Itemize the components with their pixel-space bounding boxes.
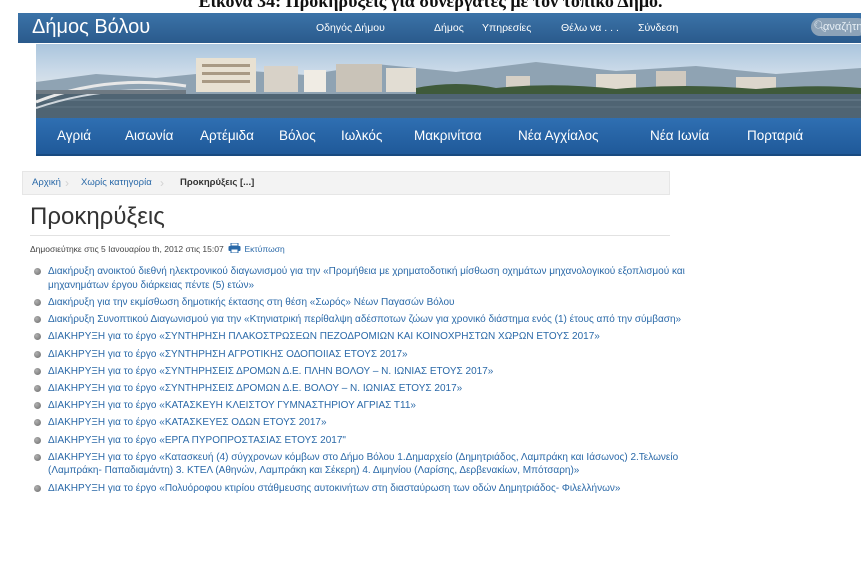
search-icon: 🔍︎ <box>813 21 827 33</box>
title-divider <box>30 235 670 236</box>
print-link[interactable]: Εκτύπωση <box>244 244 284 254</box>
announcement-link[interactable]: ΔΙΑΚΗΡΥΞΗ για το έργο «ΚΑΤΑΣΚΕΥΗ ΚΛΕΙΣΤΟ… <box>48 400 416 411</box>
announcements-list: Διακήρυξη ανοικτού διεθνή ηλεκτρονικού δ… <box>34 265 694 499</box>
announcement-link[interactable]: Διακήρυξη για την εκμίσθωση δημοτικής έκ… <box>48 297 454 308</box>
list-item: ΔΙΑΚΗΡΥΞΗ για το έργο «ΚΑΤΑΣΚΕΥΗ ΚΛΕΙΣΤΟ… <box>34 399 694 413</box>
breadcrumb-separator-icon: › <box>65 176 69 190</box>
bullet-icon <box>34 350 41 358</box>
list-item: ΔΙΑΚΗΡΥΞΗ για το έργο «ΣΥΝΤΗΡΗΣΗ ΑΓΡΟΤΙΚ… <box>34 348 694 362</box>
nav-item-iolkos[interactable]: Ιωλκός <box>341 128 382 143</box>
list-item: ΔΙΑΚΗΡΥΞΗ για το έργο «ΣΥΝΤΗΡΗΣΕΙΣ ΔΡΟΜΩ… <box>34 365 694 379</box>
published-date: Δημοσιεύτηκε στις 5 Ιανουαρίου th, 2012 … <box>30 244 224 254</box>
breadcrumb-current: Προκηρύξεις [...] <box>180 177 255 188</box>
printer-icon[interactable] <box>228 243 241 253</box>
top-nav-municipality[interactable]: Δήμος <box>434 22 464 34</box>
bullet-icon <box>34 316 41 324</box>
bullet-icon <box>34 333 41 341</box>
announcement-link[interactable]: ΔΙΑΚΗΡΥΞΗ για το έργο «ΚΑΤΑΣΚΕΥΕΣ ΟΔΩΝ Ε… <box>48 417 327 428</box>
top-nav-guide[interactable]: Οδηγός Δήμου <box>316 22 385 34</box>
list-item: Διακήρυξη Συνοπτικού Διαγωνισμού για την… <box>34 313 694 327</box>
bullet-icon <box>34 453 41 461</box>
breadcrumb: Αρχική › Χωρίς κατηγορία › Προκηρύξεις [… <box>22 171 670 195</box>
list-item: Διακήρυξη ανοικτού διεθνή ηλεκτρονικού δ… <box>34 265 694 292</box>
bullet-icon <box>34 384 41 392</box>
top-nav-want-to[interactable]: Θέλω να . . . <box>561 22 619 34</box>
nav-item-nea-ionia[interactable]: Νέα Ιωνία <box>650 128 709 143</box>
page: Εικόνα 34: Προκηρύξεις για συνεργάτες με… <box>0 0 861 575</box>
list-item: ΔΙΑΚΗΡΥΞΗ για το έργο «ΚΑΤΑΣΚΕΥΕΣ ΟΔΩΝ Ε… <box>34 416 694 430</box>
announcement-link[interactable]: Διακήρυξη ανοικτού διεθνή ηλεκτρονικού δ… <box>48 266 685 291</box>
nav-item-artemida[interactable]: Αρτέμιδα <box>200 128 254 143</box>
breadcrumb-category[interactable]: Χωρίς κατηγορία <box>81 172 152 194</box>
nav-item-agria[interactable]: Αγριά <box>57 128 91 143</box>
nav-item-nea-anchialos[interactable]: Νέα Αγχίαλος <box>518 128 599 143</box>
list-item: ΔΙΑΚΗΡΥΞΗ για το έργο «Κατασκευή (4) σύγ… <box>34 451 694 478</box>
search-input[interactable]: 🔍︎αναζήτηση <box>811 18 861 36</box>
nav-item-volos[interactable]: Βόλος <box>279 128 316 143</box>
bullet-icon <box>34 436 41 444</box>
top-nav-services[interactable]: Υπηρεσίες <box>482 22 531 34</box>
bullet-icon <box>34 268 41 275</box>
figure-caption: Εικόνα 34: Προκηρύξεις για συνεργάτες με… <box>198 0 663 11</box>
bullet-icon <box>34 402 41 410</box>
search-placeholder: αναζήτηση <box>823 21 861 33</box>
announcement-link[interactable]: ΔΙΑΚΗΡΥΞΗ για το έργο «ΕΡΓΑ ΠΥΡΟΠΡΟΣΤΑΣΙ… <box>48 435 346 446</box>
post-meta: Δημοσιεύτηκε στις 5 Ιανουαρίου th, 2012 … <box>30 243 285 254</box>
announcement-link[interactable]: ΔΙΑΚΗΡΥΞΗ για το έργο «ΣΥΝΤΗΡΗΣΗ ΠΛΑΚΟΣΤ… <box>48 331 600 342</box>
announcement-link[interactable]: ΔΙΑΚΗΡΥΞΗ για το έργο «Πολυόροφου κτιρίο… <box>48 483 620 494</box>
announcement-link[interactable]: ΔΙΑΚΗΡΥΞΗ για το έργο «ΣΥΝΤΗΡΗΣΕΙΣ ΔΡΟΜΩ… <box>48 366 493 377</box>
nav-item-aisonia[interactable]: Αισωνία <box>125 128 173 143</box>
bullet-icon <box>34 419 41 427</box>
list-item: ΔΙΑΚΗΡΥΞΗ για το έργο «ΕΡΓΑ ΠΥΡΟΠΡΟΣΤΑΣΙ… <box>34 434 694 448</box>
banner-photo <box>36 58 861 118</box>
list-item: ΔΙΑΚΗΡΥΞΗ για το έργο «ΣΥΝΤΗΡΗΣΗ ΠΛΑΚΟΣΤ… <box>34 330 694 344</box>
breadcrumb-home[interactable]: Αρχική <box>32 172 61 194</box>
page-title: Προκηρύξεις <box>30 203 165 230</box>
list-item: Διακήρυξη για την εκμίσθωση δημοτικής έκ… <box>34 296 694 310</box>
list-item: ΔΙΑΚΗΡΥΞΗ για το έργο «Πολυόροφου κτιρίο… <box>34 482 694 496</box>
breadcrumb-separator-icon: › <box>160 176 164 190</box>
bullet-icon <box>34 298 41 306</box>
list-item: ΔΙΑΚΗΡΥΞΗ για το έργο «ΣΥΝΤΗΡΗΣΕΙΣ ΔΡΟΜΩ… <box>34 382 694 396</box>
announcement-link[interactable]: ΔΙΑΚΗΡΥΞΗ για το έργο «Κατασκευή (4) σύγ… <box>48 452 678 477</box>
announcement-link[interactable]: ΔΙΑΚΗΡΥΞΗ για το έργο «ΣΥΝΤΗΡΗΣΗ ΑΓΡΟΤΙΚ… <box>48 349 408 360</box>
nav-item-makrinitsa[interactable]: Μακρινίτσα <box>414 128 482 143</box>
announcement-link[interactable]: ΔΙΑΚΗΡΥΞΗ για το έργο «ΣΥΝΤΗΡΗΣΕΙΣ ΔΡΟΜΩ… <box>48 383 462 394</box>
site-brand[interactable]: Δήμος Βόλου <box>32 16 150 39</box>
top-bar: Δήμος Βόλου Οδηγός Δήμου Δήμος Υπηρεσίες… <box>18 13 861 43</box>
nav-item-portaria[interactable]: Πορταριά <box>747 128 803 143</box>
bullet-icon <box>34 484 41 492</box>
top-nav-login[interactable]: Σύνδεση <box>638 22 678 34</box>
announcement-link[interactable]: Διακήρυξη Συνοπτικού Διαγωνισμού για την… <box>48 314 681 325</box>
bullet-icon <box>34 367 41 375</box>
header-banner-image <box>36 44 861 118</box>
main-nav: Αγριά Αισωνία Αρτέμιδα Βόλος Ιωλκός Μακρ… <box>36 118 861 156</box>
